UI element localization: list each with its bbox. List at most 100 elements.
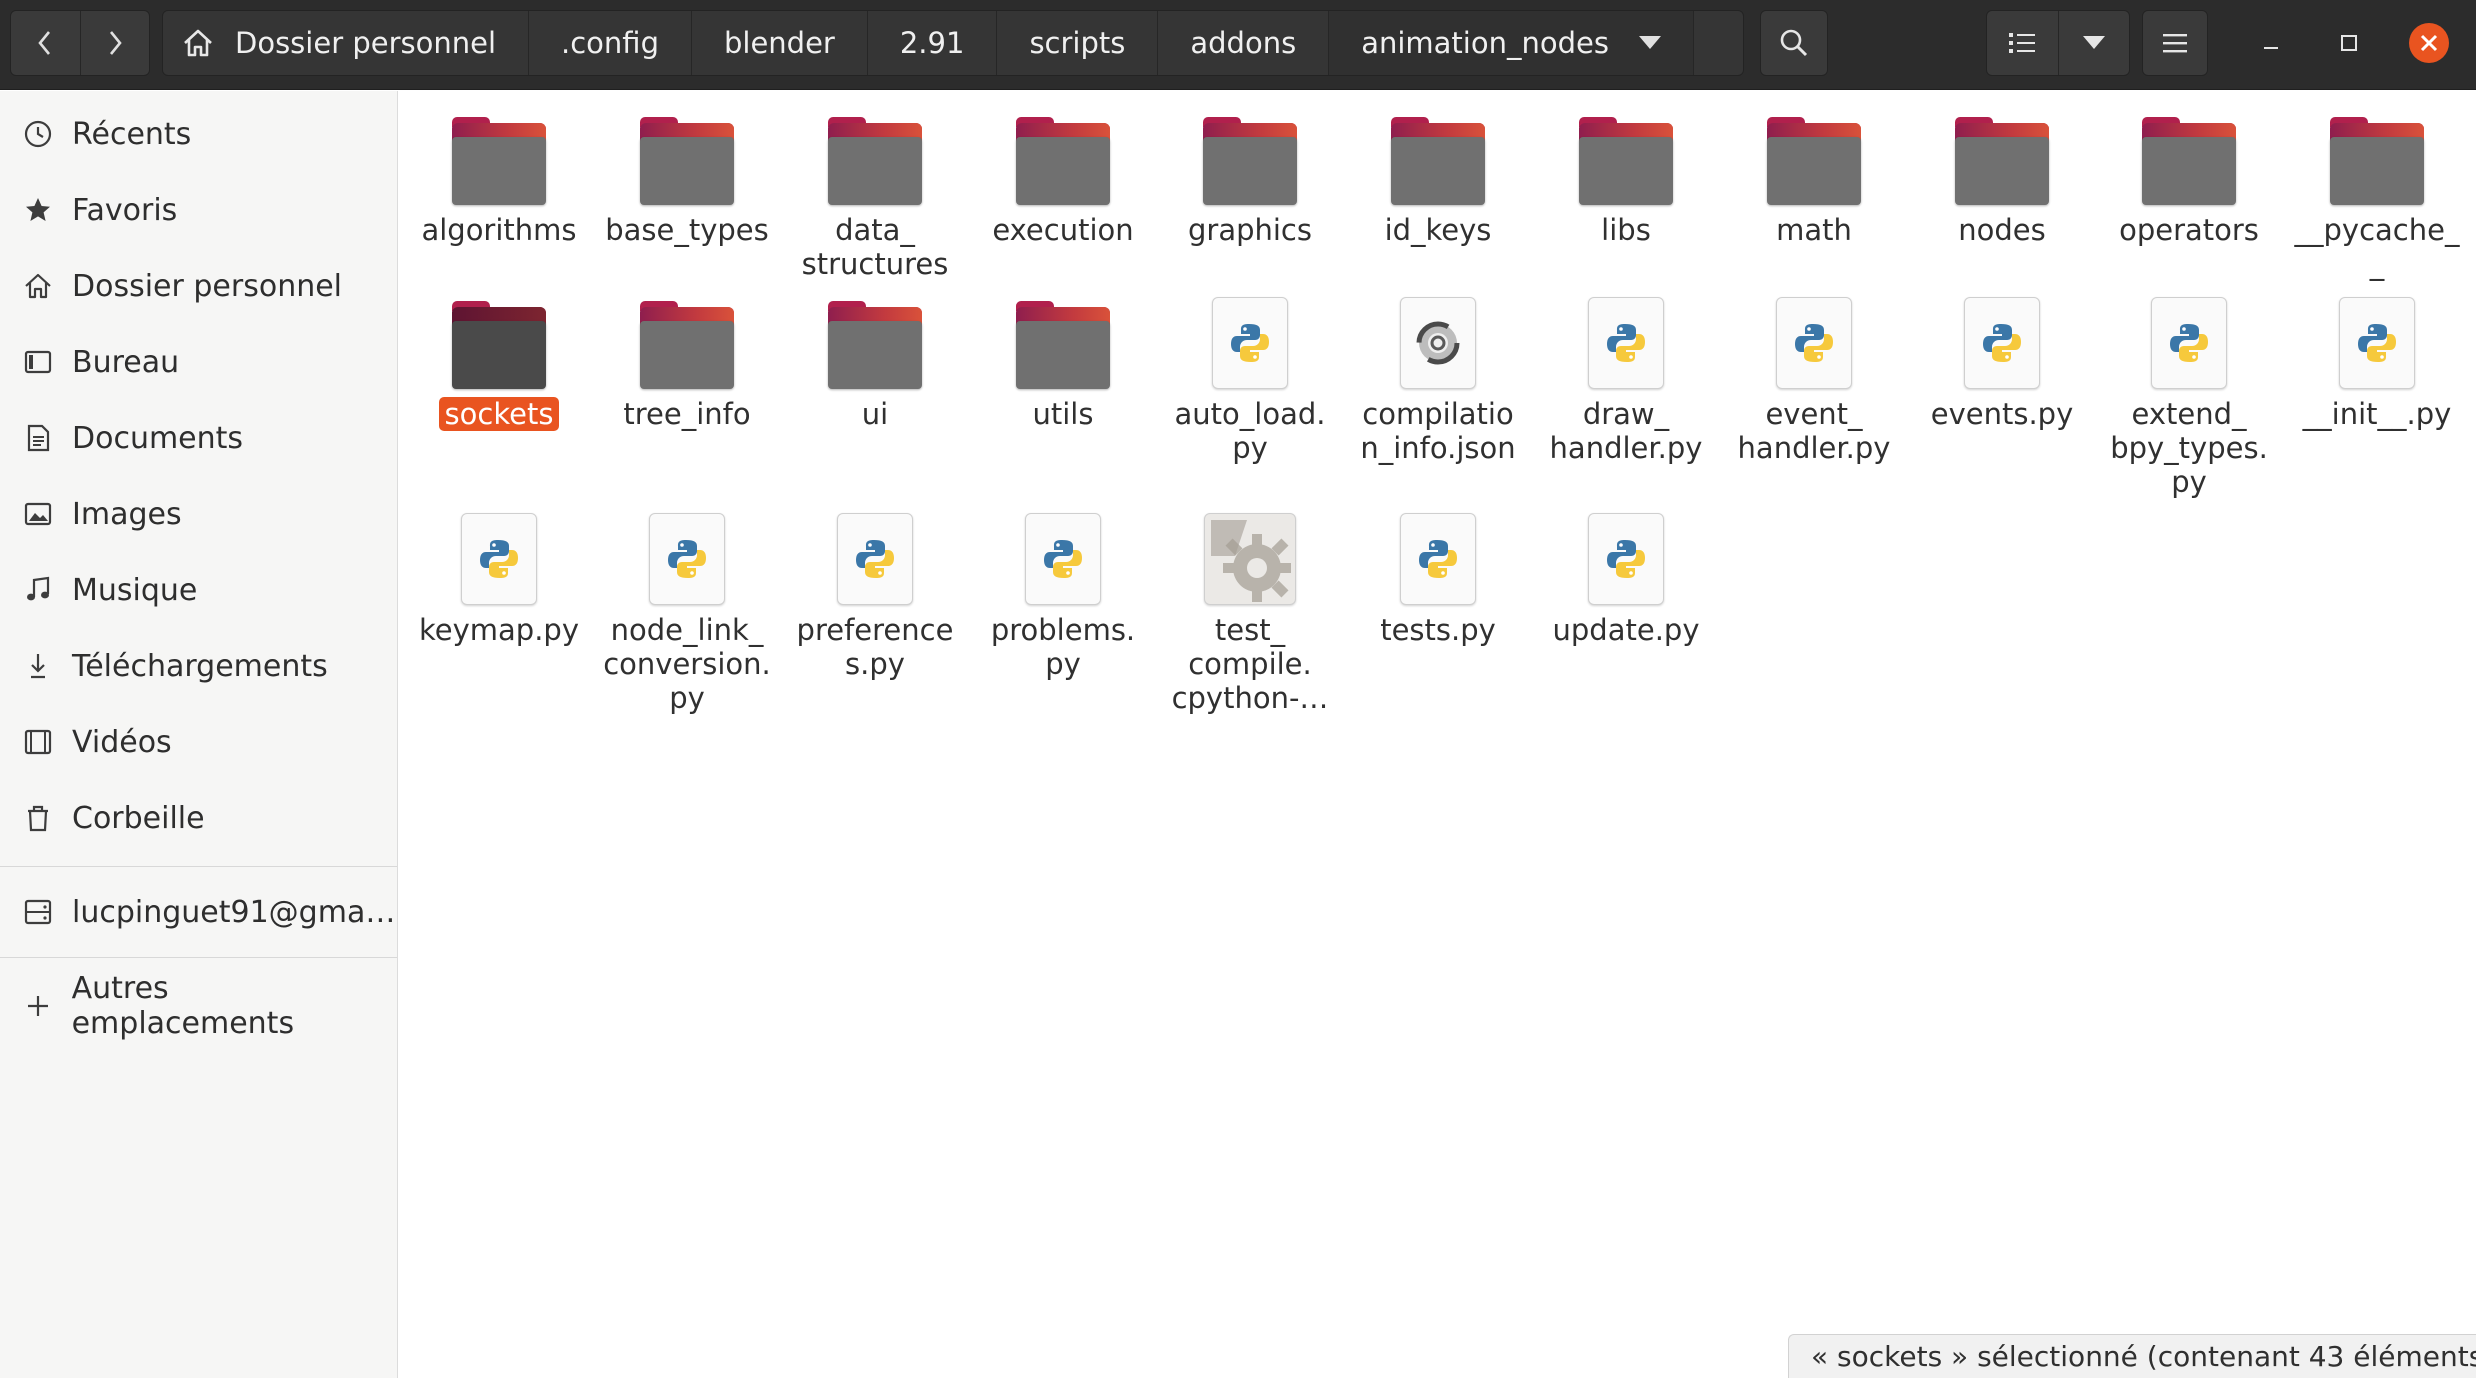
- folder-item[interactable]: __pycache_ _: [2287, 105, 2467, 281]
- breadcrumb-label: Dossier personnel: [235, 26, 497, 60]
- file-item[interactable]: compilatio n_info.json: [1348, 289, 1528, 465]
- music-icon: [20, 572, 56, 608]
- python-file-icon: [409, 505, 589, 605]
- file-item[interactable]: problems. py: [973, 505, 1153, 681]
- folder-icon: [409, 289, 589, 389]
- sidebar-item-label: Corbeille: [72, 800, 205, 836]
- sidebar-separator: [0, 866, 397, 867]
- list-view-button[interactable]: [1987, 11, 2058, 75]
- file-item[interactable]: draw_ handler.py: [1536, 289, 1716, 465]
- folder-item[interactable]: tree_info: [597, 289, 777, 431]
- file-name-label: extend_ bpy_types. py: [2110, 397, 2268, 499]
- main-menu-button[interactable]: [2142, 10, 2208, 76]
- file-name-label: algorithms: [421, 213, 577, 247]
- folder-item[interactable]: ui: [785, 289, 965, 431]
- breadcrumb-blender[interactable]: blender: [692, 11, 868, 75]
- file-name-label: tree_info: [623, 397, 751, 431]
- sidebar-item-images[interactable]: Images: [0, 479, 397, 549]
- sidebar-item-bureau[interactable]: Bureau: [0, 327, 397, 397]
- python-file-icon: [2099, 289, 2279, 389]
- folder-item[interactable]: data_ structures: [785, 105, 965, 281]
- search-icon: [1780, 29, 1808, 57]
- status-bar: « sockets » sélectionné (contenant 43 él…: [1788, 1334, 2476, 1378]
- file-name-label: update.py: [1552, 613, 1700, 647]
- close-button[interactable]: [2406, 20, 2452, 66]
- folder-icon: [1536, 105, 1716, 205]
- forward-button[interactable]: [79, 11, 150, 75]
- folder-icon: [973, 105, 1153, 205]
- file-item[interactable]: __init__.py: [2287, 289, 2467, 431]
- minimize-button[interactable]: [2248, 20, 2294, 66]
- breadcrumb: Dossier personnel .config blender 2.91 s…: [162, 10, 1744, 76]
- breadcrumb-empty-slot: [1694, 11, 1743, 75]
- folder-item[interactable]: graphics: [1160, 105, 1340, 247]
- breadcrumb-scripts[interactable]: scripts: [997, 11, 1159, 75]
- python-file-icon: [2287, 289, 2467, 389]
- python-file-icon: [1536, 505, 1716, 605]
- breadcrumb-current[interactable]: animation_nodes: [1329, 11, 1694, 75]
- sidebar-item-favoris[interactable]: Favoris: [0, 175, 397, 245]
- file-name-label: tests.py: [1380, 613, 1496, 647]
- folder-item[interactable]: execution: [973, 105, 1153, 247]
- folder-icon: [785, 289, 965, 389]
- folder-item[interactable]: libs: [1536, 105, 1716, 247]
- hamburger-menu-icon: [2163, 34, 2187, 53]
- breadcrumb-config[interactable]: .config: [529, 11, 692, 75]
- sidebar-item-account[interactable]: lucpinguet91@gma…: [0, 877, 397, 947]
- breadcrumb-version[interactable]: 2.91: [868, 11, 998, 75]
- sidebar-item-recents[interactable]: Récents: [0, 99, 397, 169]
- sidebar-item-telechargements[interactable]: Téléchargements: [0, 631, 397, 701]
- sidebar-item-musique[interactable]: Musique: [0, 555, 397, 625]
- file-name-label: node_link_ conversion. py: [603, 613, 771, 715]
- document-icon: [20, 420, 56, 456]
- close-icon: [2409, 23, 2449, 63]
- file-item[interactable]: test_ compile. cpython-…: [1160, 505, 1340, 715]
- python-file-icon: [1348, 505, 1528, 605]
- search-button[interactable]: [1760, 10, 1828, 76]
- sidebar: Récents Favoris Dossier personnel Bureau Doc…: [0, 91, 398, 1378]
- sidebar-item-dossier-personnel[interactable]: Dossier personnel: [0, 251, 397, 321]
- sidebar-item-documents[interactable]: Documents: [0, 403, 397, 473]
- file-name-label: data_ structures: [801, 213, 949, 281]
- maximize-button[interactable]: [2326, 20, 2372, 66]
- file-item[interactable]: preference s.py: [785, 505, 965, 681]
- file-item[interactable]: events.py: [1912, 289, 2092, 431]
- folder-item[interactable]: algorithms: [409, 105, 589, 247]
- sidebar-item-other-locations[interactable]: Autres emplacements: [0, 971, 397, 1041]
- file-item[interactable]: update.py: [1536, 505, 1716, 647]
- folder-item[interactable]: utils: [973, 289, 1153, 431]
- folder-item[interactable]: operators: [2099, 105, 2279, 247]
- sidebar-item-corbeille[interactable]: Corbeille: [0, 783, 397, 853]
- breadcrumb-addons[interactable]: addons: [1158, 11, 1330, 75]
- file-name-label: utils: [1032, 397, 1094, 431]
- file-name-label: __pycache_ _: [2294, 213, 2460, 281]
- desktop-icon: [20, 344, 56, 380]
- chevron-right-icon: [109, 31, 122, 55]
- sidebar-item-label: Dossier personnel: [72, 268, 343, 304]
- plus-icon: [20, 988, 56, 1024]
- file-item[interactable]: node_link_ conversion. py: [597, 505, 777, 715]
- file-name-label: nodes: [1958, 213, 2046, 247]
- view-options-dropdown[interactable]: [2057, 11, 2130, 75]
- file-item[interactable]: auto_load. py: [1160, 289, 1340, 465]
- back-button[interactable]: [11, 11, 80, 75]
- folder-item[interactable]: id_keys: [1348, 105, 1528, 247]
- folder-item[interactable]: base_types: [597, 105, 777, 247]
- python-file-icon: [785, 505, 965, 605]
- sidebar-item-label: Récents: [72, 116, 192, 152]
- file-item[interactable]: extend_ bpy_types. py: [2099, 289, 2279, 499]
- executable-file-icon: [1160, 505, 1340, 605]
- file-item[interactable]: event_ handler.py: [1724, 289, 1904, 465]
- folder-item[interactable]: math: [1724, 105, 1904, 247]
- folder-item[interactable]: nodes: [1912, 105, 2092, 247]
- file-item[interactable]: tests.py: [1348, 505, 1528, 647]
- file-item[interactable]: keymap.py: [409, 505, 589, 647]
- sidebar-item-videos[interactable]: Vidéos: [0, 707, 397, 777]
- header-bar: Dossier personnel .config blender 2.91 s…: [0, 0, 2476, 90]
- folder-icon: [2287, 105, 2467, 205]
- breadcrumb-home[interactable]: Dossier personnel: [163, 11, 530, 75]
- sidebar-separator: [0, 957, 397, 958]
- folder-item[interactable]: sockets: [409, 289, 589, 431]
- file-name-label: test_ compile. cpython-…: [1171, 613, 1329, 715]
- sidebar-item-label: Téléchargements: [72, 648, 328, 684]
